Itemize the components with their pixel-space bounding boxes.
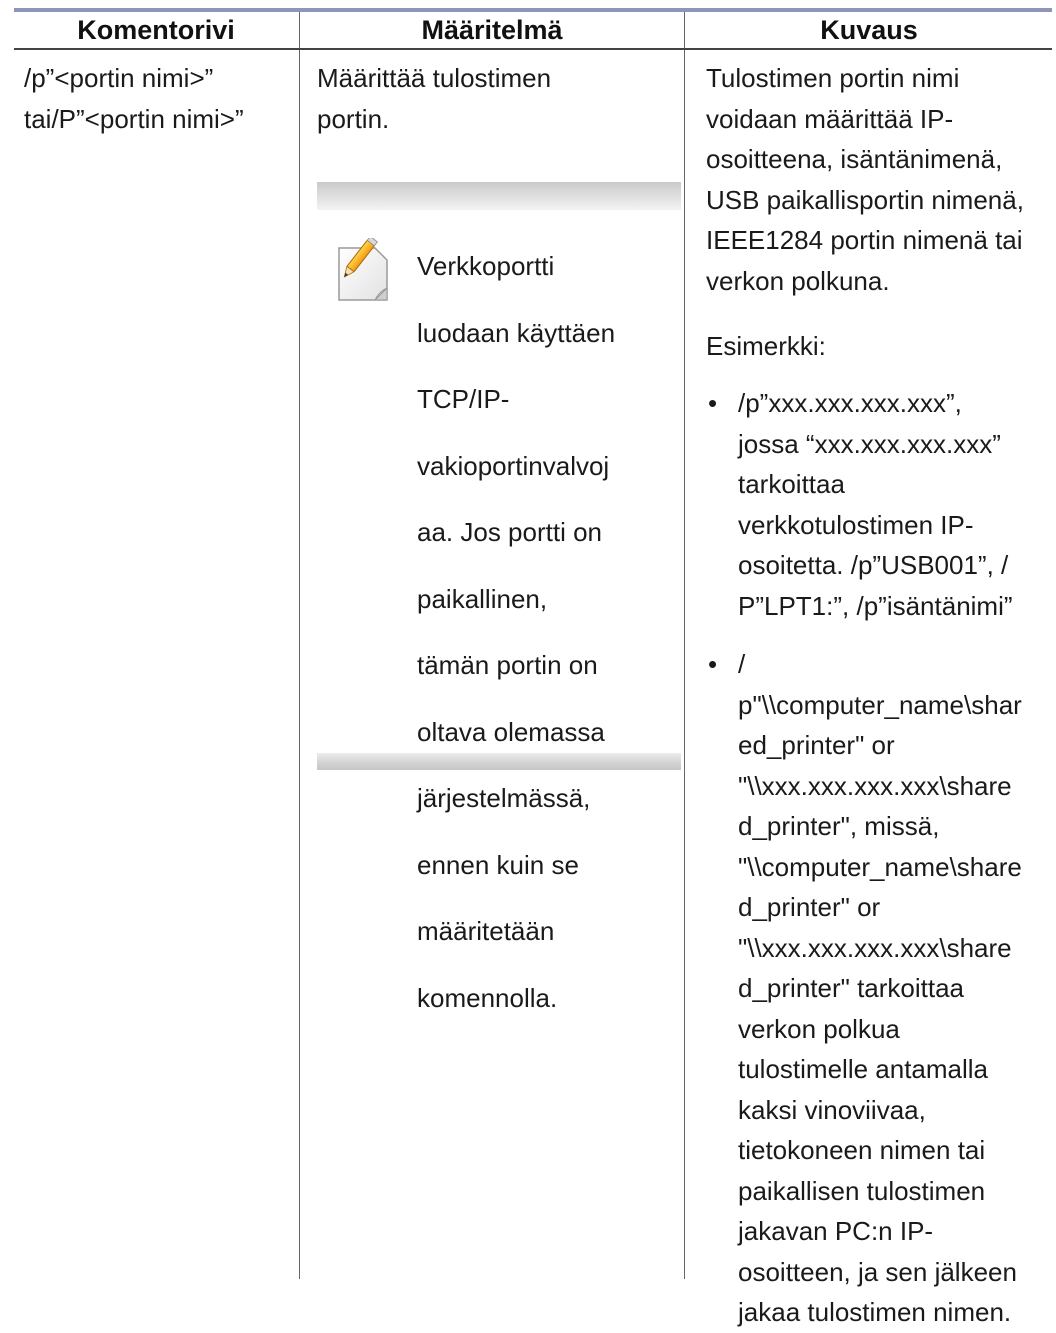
- note-line: tämän portin on: [417, 650, 598, 680]
- note-box: Verkkoportti luodaan käyttäen TCP/IP- va…: [317, 182, 681, 1013]
- bullet-line: /p”xxx.xxx.xxx.xxx”,: [738, 388, 962, 418]
- command-line: tai/P”<portin nimi>”: [24, 103, 244, 134]
- description-line: USB paikallisportin nimenä,: [706, 184, 1024, 215]
- bullet-line: osoitetta. /p”USB001”, /: [738, 550, 1009, 580]
- bullet-line: d_printer" tarkoittaa: [738, 973, 965, 1003]
- header-divider-2: [684, 12, 685, 48]
- note-line: Verkkoportti: [417, 251, 555, 281]
- header-kuvaus: Kuvaus: [820, 14, 918, 45]
- header-divider: [14, 48, 1052, 50]
- note-line: luodaan käyttäen: [417, 317, 616, 348]
- note-text: Verkkoportti luodaan käyttäen TCP/IP- va…: [417, 220, 679, 1044]
- note-line: vakioportinvalvoj: [417, 450, 610, 481]
- bullet-line: tulostimelle antamalla: [738, 1054, 989, 1084]
- note-line: aa. Jos portti on: [417, 517, 602, 547]
- column-divider-2: [684, 50, 685, 1279]
- description-line: osoitteena, isäntänimenä,: [706, 144, 1003, 174]
- bullet-line: ed_printer" or: [738, 730, 895, 760]
- bullet-line: jakaa tulostimen nimen.: [738, 1297, 1012, 1327]
- note-line: määritetään: [417, 916, 555, 946]
- description-line: IEEE1284 portin nimenä tai: [706, 225, 1023, 255]
- bullet-icon: •: [708, 388, 718, 418]
- header-divider-1: [299, 12, 300, 48]
- bullet-line: jakavan PC:n IP-: [738, 1216, 934, 1246]
- bullet-line: "\\computer_name\share: [738, 851, 1022, 882]
- note-line: paikallinen,: [417, 583, 548, 614]
- bullet-line: tietokoneen nimen tai: [738, 1135, 986, 1165]
- note-line: järjestelmässä,: [417, 783, 591, 813]
- note-top-bar: [317, 182, 681, 210]
- header-komentorivi: Komentorivi: [77, 14, 235, 45]
- bullet-line: P”LPT1:”, /p”isäntänimi”: [738, 590, 1013, 621]
- note-line: TCP/IP-: [417, 384, 510, 414]
- description-line: Tulostimen portin nimi: [706, 63, 960, 93]
- note-line: oltava olemassa: [417, 716, 605, 747]
- bullet-line: d_printer", missä,: [738, 811, 940, 841]
- bullet-line: verkon polkua: [738, 1013, 900, 1044]
- definition-line: portin.: [317, 103, 390, 134]
- header-maaritelma: Määritelmä: [421, 14, 563, 45]
- bullet-line: tarkoittaa: [738, 469, 845, 499]
- description-cell: Tulostimen portin nimi voidaan määrittää…: [706, 58, 1052, 301]
- example-label: Esimerkki:: [706, 331, 826, 361]
- description-line: voidaan määrittää IP-: [706, 103, 954, 134]
- definition-cell: Määrittää tulostimen portin.: [317, 58, 679, 139]
- note-bottom-bar: [317, 753, 681, 770]
- note-line: ennen kuin se: [417, 849, 579, 880]
- bullet-line: kaksi vinoviivaa,: [738, 1094, 926, 1125]
- bullet-line: /: [738, 649, 746, 679]
- bullet-line: "\\xxx.xxx.xxx.xxx\share: [738, 770, 1012, 801]
- bullet-line: d_printer" or: [738, 892, 881, 922]
- description-line: verkon polkuna.: [706, 265, 890, 296]
- example-list: • /p”xxx.xxx.xxx.xxx”, jossa “xxx.xxx.xx…: [706, 383, 1056, 1333]
- column-divider-1: [299, 50, 300, 1279]
- command-line: /p”<portin nimi>”: [24, 63, 214, 93]
- list-item: • / p"\\computer_name\shar ed_printer" o…: [706, 644, 1056, 1333]
- command-cell: /p”<portin nimi>” tai/P”<portin nimi>”: [24, 58, 296, 139]
- bullet-icon: •: [708, 649, 718, 679]
- bullet-line: verkkotulostimen IP-: [738, 509, 974, 540]
- list-item: • /p”xxx.xxx.xxx.xxx”, jossa “xxx.xxx.xx…: [706, 383, 1056, 626]
- bullet-line: paikallisen tulostimen: [738, 1175, 986, 1206]
- bullet-line: osoitteen, ja sen jälkeen: [738, 1256, 1017, 1287]
- note-pencil-icon: [335, 235, 393, 304]
- bullet-line: jossa “xxx.xxx.xxx.xxx”: [738, 428, 1001, 459]
- note-line: komennolla.: [417, 982, 558, 1013]
- bullet-line: "\\xxx.xxx.xxx.xxx\share: [738, 932, 1012, 963]
- document-page: Komentorivi Määritelmä Kuvaus /p”<portin…: [0, 0, 1056, 1327]
- definition-line: Määrittää tulostimen: [317, 63, 552, 93]
- bullet-line: p"\\computer_name\shar: [738, 689, 1022, 720]
